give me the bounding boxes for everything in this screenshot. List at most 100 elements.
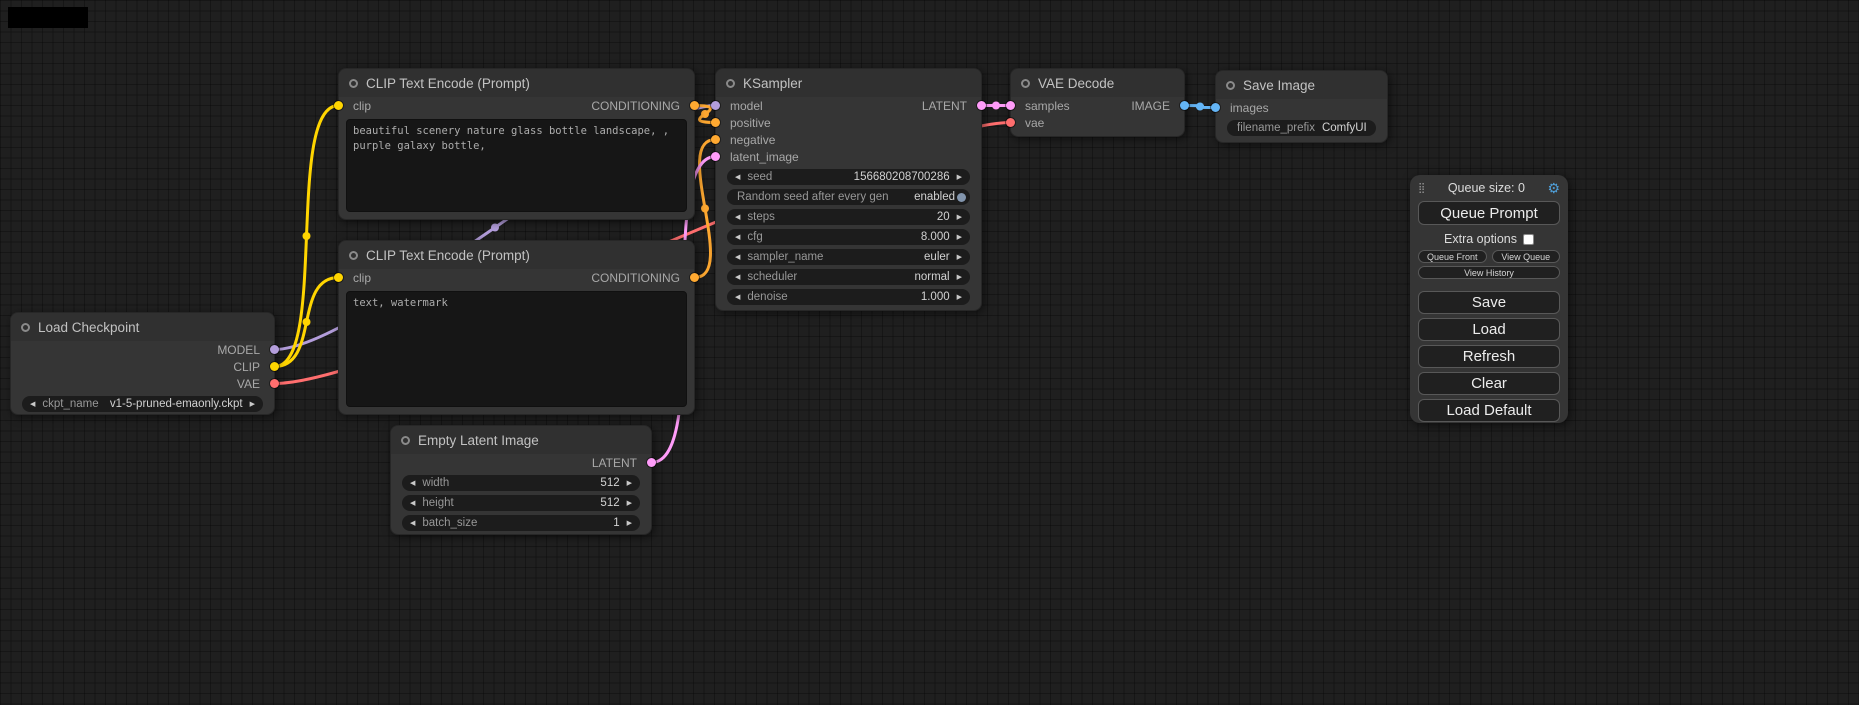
images-input-port[interactable] <box>1211 103 1220 112</box>
node-title-bar[interactable]: Load Checkpoint <box>11 313 274 341</box>
node-load-checkpoint[interactable]: Load Checkpoint MODEL CLIP VAE ◀ ckpt_na… <box>10 312 275 415</box>
cfg-widget[interactable]: ◀ cfg 8.000 ▶ <box>727 229 970 245</box>
model-input-port[interactable] <box>711 101 720 110</box>
increment-arrow-icon[interactable]: ▶ <box>957 174 962 181</box>
increment-arrow-icon[interactable]: ▶ <box>957 294 962 301</box>
increment-arrow-icon[interactable]: ▶ <box>957 234 962 241</box>
decrement-arrow-icon[interactable]: ◀ <box>735 234 740 241</box>
node-title: Save Image <box>1243 78 1315 93</box>
steps-widget[interactable]: ◀ steps 20 ▶ <box>727 209 970 225</box>
node-clip-text-encode-negative[interactable]: CLIP Text Encode (Prompt) clip CONDITION… <box>338 240 695 415</box>
sampler-name-widget[interactable]: ◀ sampler_name euler ▶ <box>727 249 970 265</box>
view-queue-button[interactable]: View Queue <box>1492 250 1561 263</box>
filename-prefix-widget[interactable]: filename_prefix ComfyUI <box>1227 120 1376 136</box>
node-collapse-dot-icon[interactable] <box>349 251 358 260</box>
queue-menu-panel[interactable]: ⣿ Queue size: 0 ⚙ Queue Prompt Extra opt… <box>1410 175 1568 423</box>
increment-arrow-icon[interactable]: ▶ <box>957 214 962 221</box>
clear-button[interactable]: Clear <box>1418 372 1560 395</box>
output-slot-label: VAE <box>237 377 260 391</box>
load-button[interactable]: Load <box>1418 318 1560 341</box>
decrement-arrow-icon[interactable]: ◀ <box>410 500 415 507</box>
decrement-arrow-icon[interactable]: ◀ <box>735 274 740 281</box>
widget-label: width <box>422 477 449 489</box>
view-history-button[interactable]: View History <box>1418 266 1560 279</box>
node-ksampler[interactable]: KSampler model LATENT positive negative … <box>715 68 982 311</box>
decrement-arrow-icon[interactable]: ◀ <box>735 294 740 301</box>
denoise-widget[interactable]: ◀ denoise 1.000 ▶ <box>727 289 970 305</box>
clip-input-port[interactable] <box>334 101 343 110</box>
widget-label: batch_size <box>422 517 477 529</box>
decrement-arrow-icon[interactable]: ◀ <box>410 480 415 487</box>
node-title-bar[interactable]: CLIP Text Encode (Prompt) <box>339 69 694 97</box>
queue-front-button[interactable]: Queue Front <box>1418 250 1487 263</box>
increment-arrow-icon[interactable]: ▶ <box>627 480 632 487</box>
node-collapse-dot-icon[interactable] <box>349 79 358 88</box>
clip-output-port[interactable] <box>270 362 279 371</box>
drag-handle-icon[interactable]: ⣿ <box>1418 183 1425 194</box>
node-collapse-dot-icon[interactable] <box>21 323 30 332</box>
height-widget[interactable]: ◀ height 512 ▶ <box>402 495 640 511</box>
positive-prompt-textarea[interactable]: beautiful scenery nature glass bottle la… <box>346 119 687 212</box>
conditioning-output-port[interactable] <box>690 101 699 110</box>
node-title-bar[interactable]: VAE Decode <box>1011 69 1184 97</box>
latent-output-port[interactable] <box>977 101 986 110</box>
node-title-bar[interactable]: KSampler <box>716 69 981 97</box>
input-slot-label: clip <box>353 99 371 113</box>
widget-value: euler <box>830 251 949 263</box>
load-default-button[interactable]: Load Default <box>1418 399 1560 422</box>
latent-image-input-port[interactable] <box>711 152 720 161</box>
widget-label: Random seed after every gen <box>737 191 889 203</box>
latent-output-port[interactable] <box>647 458 656 467</box>
positive-input-port[interactable] <box>711 118 720 127</box>
ckpt-name-widget[interactable]: ◀ ckpt_name v1-5-pruned-emaonly.ckpt ▶ <box>22 396 263 412</box>
samples-input-port[interactable] <box>1006 101 1015 110</box>
node-collapse-dot-icon[interactable] <box>1021 79 1030 88</box>
increment-arrow-icon[interactable]: ▶ <box>250 401 255 408</box>
toggle-dot-icon[interactable] <box>957 193 966 202</box>
node-save-image[interactable]: Save Image images filename_prefix ComfyU… <box>1215 70 1388 143</box>
node-collapse-dot-icon[interactable] <box>401 436 410 445</box>
node-title: CLIP Text Encode (Prompt) <box>366 248 530 263</box>
seed-widget[interactable]: ◀ seed 156680208700286 ▶ <box>727 169 970 185</box>
output-slot-label: LATENT <box>922 99 967 113</box>
increment-arrow-icon[interactable]: ▶ <box>957 274 962 281</box>
width-widget[interactable]: ◀ width 512 ▶ <box>402 475 640 491</box>
model-output-port[interactable] <box>270 345 279 354</box>
random-seed-widget[interactable]: Random seed after every gen enabled <box>727 189 970 205</box>
image-output-port[interactable] <box>1180 101 1189 110</box>
save-button[interactable]: Save <box>1418 291 1560 314</box>
vae-output-port[interactable] <box>270 379 279 388</box>
increment-arrow-icon[interactable]: ▶ <box>957 254 962 261</box>
extra-options-checkbox[interactable] <box>1523 234 1534 245</box>
settings-gear-icon[interactable]: ⚙ <box>1547 180 1560 197</box>
node-collapse-dot-icon[interactable] <box>1226 81 1235 90</box>
negative-input-port[interactable] <box>711 135 720 144</box>
decrement-arrow-icon[interactable]: ◀ <box>30 401 35 408</box>
decrement-arrow-icon[interactable]: ◀ <box>410 520 415 527</box>
batch-size-widget[interactable]: ◀ batch_size 1 ▶ <box>402 515 640 531</box>
node-graph-canvas[interactable]: Load Checkpoint MODEL CLIP VAE ◀ ckpt_na… <box>0 0 1859 705</box>
refresh-button[interactable]: Refresh <box>1418 345 1560 368</box>
output-slot-label: CONDITIONING <box>591 99 680 113</box>
queue-prompt-button[interactable]: Queue Prompt <box>1418 201 1560 225</box>
node-empty-latent-image[interactable]: Empty Latent Image LATENT ◀ width 512 ▶ … <box>390 425 652 535</box>
widget-value: 512 <box>461 497 620 509</box>
node-vae-decode[interactable]: VAE Decode samples IMAGE vae <box>1010 68 1185 137</box>
decrement-arrow-icon[interactable]: ◀ <box>735 254 740 261</box>
node-title-bar[interactable]: Save Image <box>1216 71 1387 99</box>
clip-input-port[interactable] <box>334 273 343 282</box>
widget-value: 156680208700286 <box>779 171 949 183</box>
vae-input-port[interactable] <box>1006 118 1015 127</box>
negative-prompt-textarea[interactable]: text, watermark <box>346 291 687 407</box>
node-clip-text-encode-positive[interactable]: CLIP Text Encode (Prompt) clip CONDITION… <box>338 68 695 220</box>
node-title-bar[interactable]: CLIP Text Encode (Prompt) <box>339 241 694 269</box>
increment-arrow-icon[interactable]: ▶ <box>627 500 632 507</box>
decrement-arrow-icon[interactable]: ◀ <box>735 214 740 221</box>
widget-label: cfg <box>747 231 762 243</box>
scheduler-widget[interactable]: ◀ scheduler normal ▶ <box>727 269 970 285</box>
node-title-bar[interactable]: Empty Latent Image <box>391 426 651 454</box>
increment-arrow-icon[interactable]: ▶ <box>627 520 632 527</box>
node-collapse-dot-icon[interactable] <box>726 79 735 88</box>
conditioning-output-port[interactable] <box>690 273 699 282</box>
decrement-arrow-icon[interactable]: ◀ <box>735 174 740 181</box>
